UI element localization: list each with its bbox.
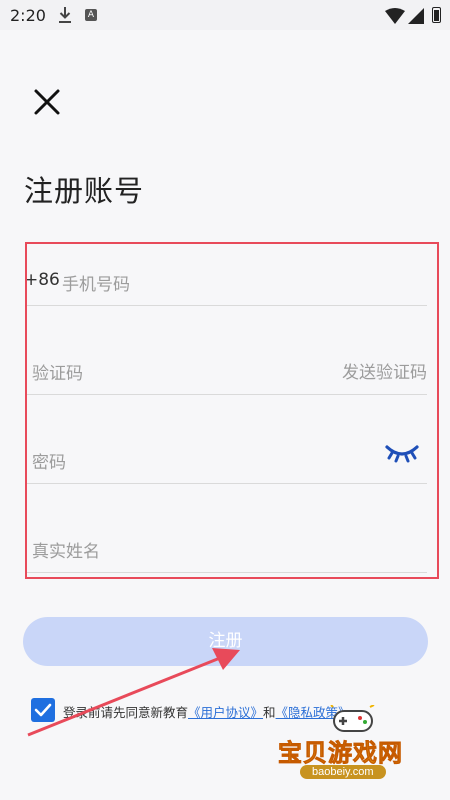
gamepad-icon xyxy=(330,705,375,732)
page-title: 注册账号 xyxy=(24,174,145,208)
register-button[interactable]: 注册 xyxy=(23,617,428,666)
wifi-icon xyxy=(385,8,405,24)
battery-icon xyxy=(432,7,441,23)
watermark-title: 宝贝游戏网 xyxy=(278,739,403,768)
watermark: 宝贝游戏网 baobeiy.com xyxy=(268,705,438,795)
download-icon xyxy=(59,7,71,23)
app-notification-icon: A xyxy=(85,9,97,21)
watermark-url: baobeiy.com xyxy=(300,765,386,779)
status-bar: 2:20 A xyxy=(0,0,450,30)
register-page: 2:20 A 注册账号 +86 手机号码 验证码 发送验证码 密码 真实姓名 注… xyxy=(0,0,450,800)
form-highlight-box xyxy=(25,242,439,579)
agreement-prefix: 登录前请先同意新教育 xyxy=(63,705,189,720)
status-time: 2:20 xyxy=(10,6,46,25)
signal-icon xyxy=(408,8,424,24)
user-agreement-link[interactable]: 《用户协议》 xyxy=(188,705,263,720)
agreement-checkbox[interactable] xyxy=(31,698,55,722)
checkmark-icon xyxy=(34,703,52,717)
close-icon[interactable] xyxy=(33,88,61,116)
